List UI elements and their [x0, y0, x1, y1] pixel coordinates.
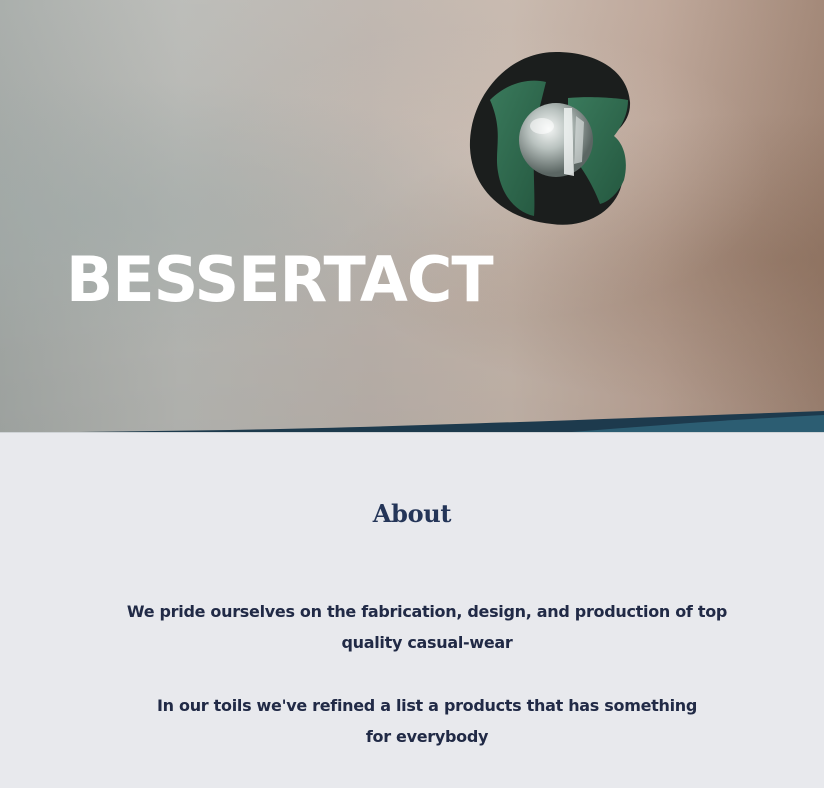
- hero-floor-decoration: [0, 411, 824, 433]
- about-paragraph: We pride ourselves on the fabrication, d…: [126, 602, 728, 652]
- brand-title: BESSERTACT: [66, 243, 494, 316]
- about-paragraph: In our toils we've refined a list a prod…: [157, 696, 697, 746]
- about-section: About We pride ourselves on the fabricat…: [0, 433, 824, 788]
- hero-banner: BESSERTACT: [0, 0, 824, 433]
- brand-logo-icon: [469, 52, 631, 225]
- about-heading: About: [372, 499, 452, 528]
